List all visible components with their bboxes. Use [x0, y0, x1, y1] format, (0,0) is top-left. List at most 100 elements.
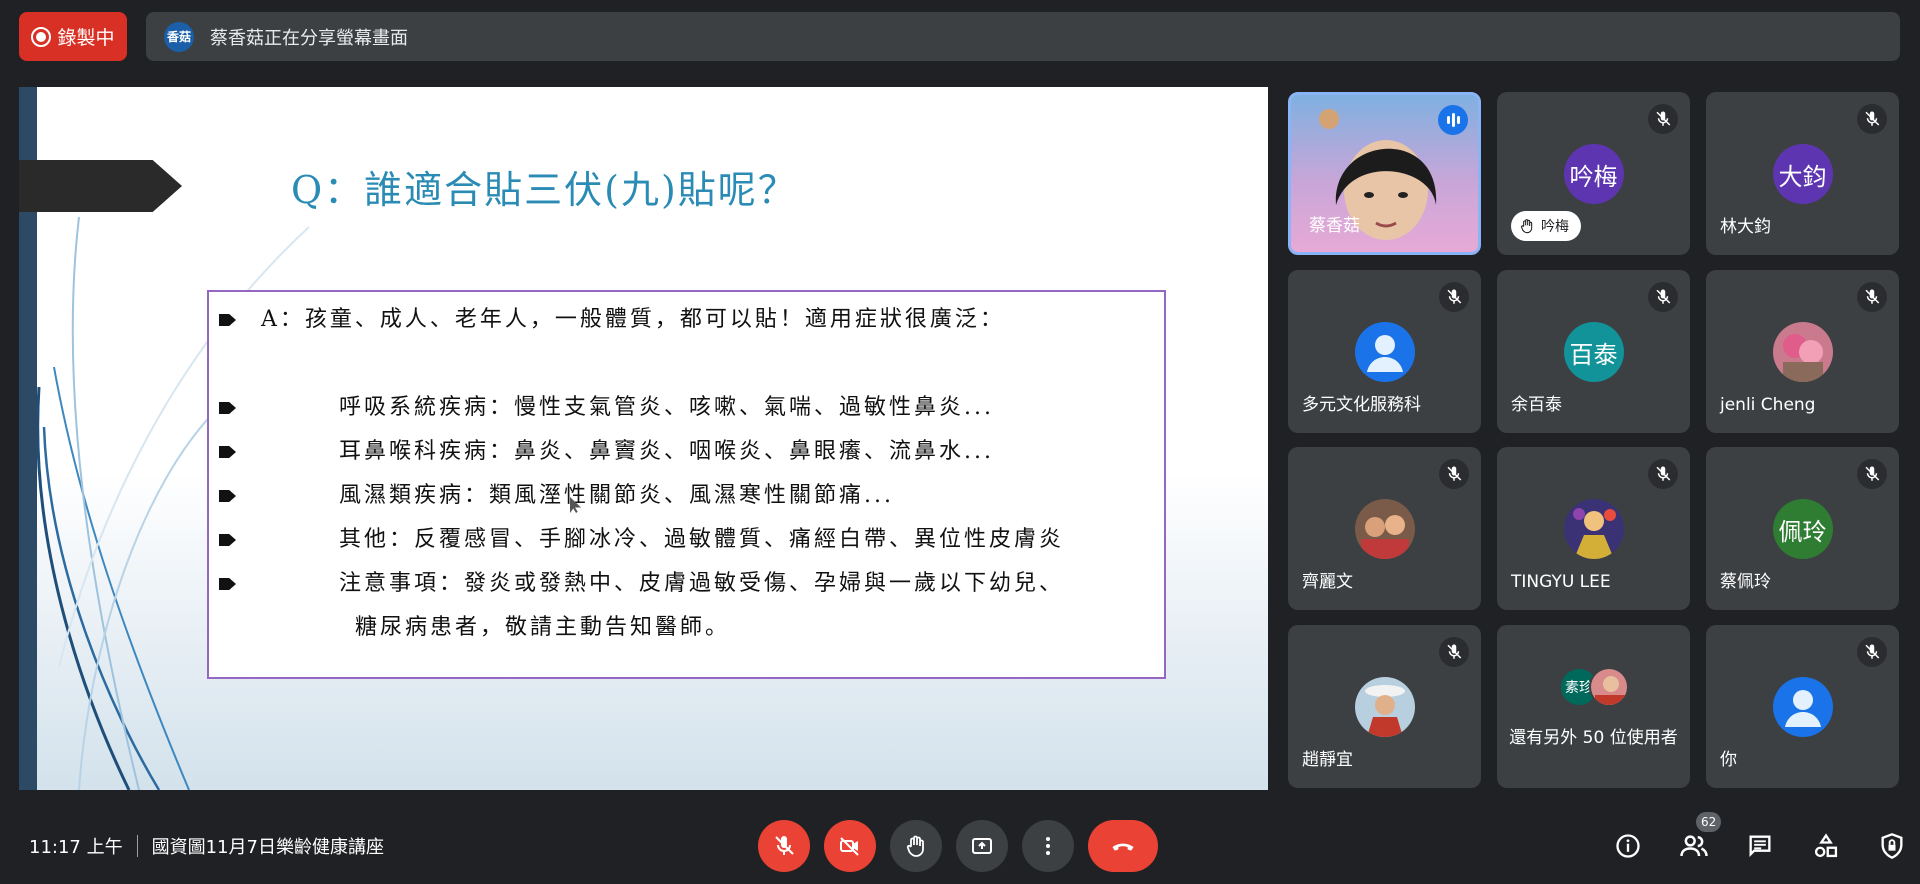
participant-tile[interactable]: 大鈞 林大鈞: [1706, 92, 1899, 255]
present-screen-icon: [972, 838, 992, 854]
participant-tile[interactable]: 齊麗文: [1288, 447, 1481, 610]
participant-name: 趙靜宜: [1302, 750, 1353, 770]
participant-tile[interactable]: 趙靜宜: [1288, 625, 1481, 788]
avatar-photo: [1772, 322, 1833, 382]
slide-title: Q：誰適合貼三伏(九)貼呢？: [291, 168, 798, 212]
side-panel-controls: 62: [1606, 812, 1914, 868]
people-icon: [1680, 835, 1708, 857]
mic-off-icon: [1857, 459, 1887, 489]
bottom-control-bar: 11:17 上午 國資圖11月7日樂齡健康講座 62: [0, 800, 1920, 884]
current-time: 11:17 上午: [29, 837, 123, 858]
mic-off-icon: [1648, 459, 1678, 489]
mic-off-icon: [1439, 282, 1469, 312]
person-icon: [1772, 677, 1833, 737]
bullet-line: A：孩童、成人、老年人，一般體質，都可以貼！適用症狀很廣泛：: [219, 298, 1164, 342]
participant-name: 余百泰: [1511, 395, 1562, 415]
meeting-title: 國資圖11月7日樂齡健康講座: [151, 837, 384, 858]
mic-off-icon: [1439, 459, 1469, 489]
participant-tile-self[interactable]: 你: [1706, 625, 1899, 788]
participant-name: jenli Cheng: [1720, 395, 1816, 415]
speaking-indicator-icon: [1438, 105, 1468, 135]
more-vert-icon: [1046, 837, 1050, 855]
more-options-button[interactable]: [1022, 820, 1074, 872]
present-screen-button[interactable]: [956, 820, 1008, 872]
host-controls-button[interactable]: [1870, 824, 1914, 868]
call-controls: [758, 820, 1158, 872]
mic-off-icon: [1648, 104, 1678, 134]
raise-hand-button[interactable]: [890, 820, 942, 872]
participant-name: 多元文化服務科: [1302, 395, 1421, 415]
recording-label: 錄製中: [57, 27, 115, 49]
participant-name: TINGYU LEE: [1511, 572, 1611, 592]
bullet-arrow-icon: [219, 446, 236, 458]
bullet-line: 注意事項：發炎或發熱中、皮膚過敏受傷、孕婦與一歲以下幼兒、: [219, 562, 1164, 606]
slide-content-box: A：孩童、成人、老年人，一般體質，都可以貼！適用症狀很廣泛： 呼吸系統疾病：慢性…: [207, 290, 1166, 679]
participant-tile[interactable]: 百泰 余百泰: [1497, 270, 1690, 433]
raised-hand-icon: [1520, 219, 1533, 234]
participant-name: 你: [1720, 750, 1737, 770]
slide-title-arrow: [19, 160, 182, 212]
mic-off-icon: [1857, 282, 1887, 312]
participant-name: 齊麗文: [1302, 572, 1353, 592]
mic-off-icon: [1648, 282, 1678, 312]
people-button[interactable]: 62: [1672, 812, 1722, 868]
bullet-line: 風濕類疾病：類風溼性關節炎、風濕寒性關節痛...: [219, 474, 1164, 518]
info-icon: [1616, 834, 1640, 858]
microphone-toggle-button[interactable]: [758, 820, 810, 872]
presenter-avatar: 香菇: [164, 21, 194, 52]
mic-off-icon: [775, 836, 794, 855]
avatar-photo: [1354, 499, 1415, 559]
leave-call-button[interactable]: [1088, 820, 1158, 872]
bullet-continuation: 糖尿病患者，敬請主動告知醫師。: [355, 615, 731, 640]
participant-count-badge: 62: [1696, 812, 1722, 832]
person-icon: [1354, 322, 1415, 382]
participant-avatar: 佩玲: [1772, 499, 1833, 559]
participant-tile[interactable]: 吟梅 吟梅: [1497, 92, 1690, 255]
participant-name: 林大鈞: [1720, 217, 1771, 237]
shield-lock-icon: [1881, 833, 1903, 859]
meeting-info: 11:17 上午 國資圖11月7日樂齡健康講座: [29, 833, 384, 859]
mic-off-icon: [1857, 104, 1887, 134]
hang-up-icon: [1112, 843, 1134, 851]
participant-tile[interactable]: jenli Cheng: [1706, 270, 1899, 433]
camera-off-icon: [840, 837, 859, 856]
activities-button[interactable]: [1804, 824, 1848, 868]
bullet-arrow-icon: [219, 578, 236, 590]
bullet-arrow-icon: [219, 490, 236, 502]
participant-tile-speaker[interactable]: 蔡香菇: [1288, 92, 1481, 255]
participant-avatar: 吟梅: [1563, 144, 1624, 204]
bullet-line: 耳鼻喉科疾病：鼻炎、鼻竇炎、咽喉炎、鼻眼癢、流鼻水...: [219, 430, 1164, 474]
camera-toggle-button[interactable]: [824, 820, 876, 872]
mic-off-icon: [1439, 637, 1469, 667]
raised-hand-chip: 吟梅: [1511, 211, 1581, 241]
participant-tile[interactable]: 佩玲 蔡佩玲: [1706, 447, 1899, 610]
avatar-photo: [1563, 499, 1624, 559]
bullet-line: 其他：反覆感冒、手腳冰冷、過敏體質、痛經白帶、異位性皮膚炎: [219, 518, 1164, 562]
participant-tile[interactable]: TINGYU LEE: [1497, 447, 1690, 610]
participant-avatar: 百泰: [1563, 322, 1624, 382]
avatar-photo: [1354, 677, 1415, 737]
recording-badge[interactable]: 錄製中: [19, 12, 127, 61]
participant-tile-others[interactable]: 素珍 還有另外 50 位使用者: [1497, 625, 1690, 788]
bullet-line: 呼吸系統疾病：慢性支氣管炎、咳嗽、氣喘、過敏性鼻炎...: [219, 386, 1164, 430]
meeting-details-button[interactable]: [1606, 824, 1650, 868]
record-icon: [31, 26, 52, 47]
share-message: 蔡香菇正在分享螢幕畫面: [210, 27, 408, 49]
raised-hand-icon: [906, 835, 924, 857]
chat-button[interactable]: [1738, 824, 1782, 868]
chat-icon: [1749, 835, 1771, 857]
bullet-arrow-icon: [219, 314, 236, 326]
participant-name: 蔡佩玲: [1720, 572, 1771, 592]
divider: [136, 835, 138, 857]
activities-icon: [1814, 833, 1838, 858]
participant-tile[interactable]: 多元文化服務科: [1288, 270, 1481, 433]
screen-share-banner: 香菇 蔡香菇正在分享螢幕畫面: [146, 12, 1900, 61]
shared-screen-slide: Q：誰適合貼三伏(九)貼呢？ A：孩童、成人、老年人，一般體質，都可以貼！適用症…: [19, 87, 1268, 790]
avatar-photo: [1589, 667, 1629, 707]
participant-name: 蔡香菇: [1309, 216, 1360, 236]
bullet-arrow-icon: [219, 534, 236, 546]
others-count-label: 還有另外 50 位使用者: [1509, 728, 1678, 748]
mic-off-icon: [1857, 637, 1887, 667]
hand-chip-label: 吟梅: [1541, 219, 1569, 235]
